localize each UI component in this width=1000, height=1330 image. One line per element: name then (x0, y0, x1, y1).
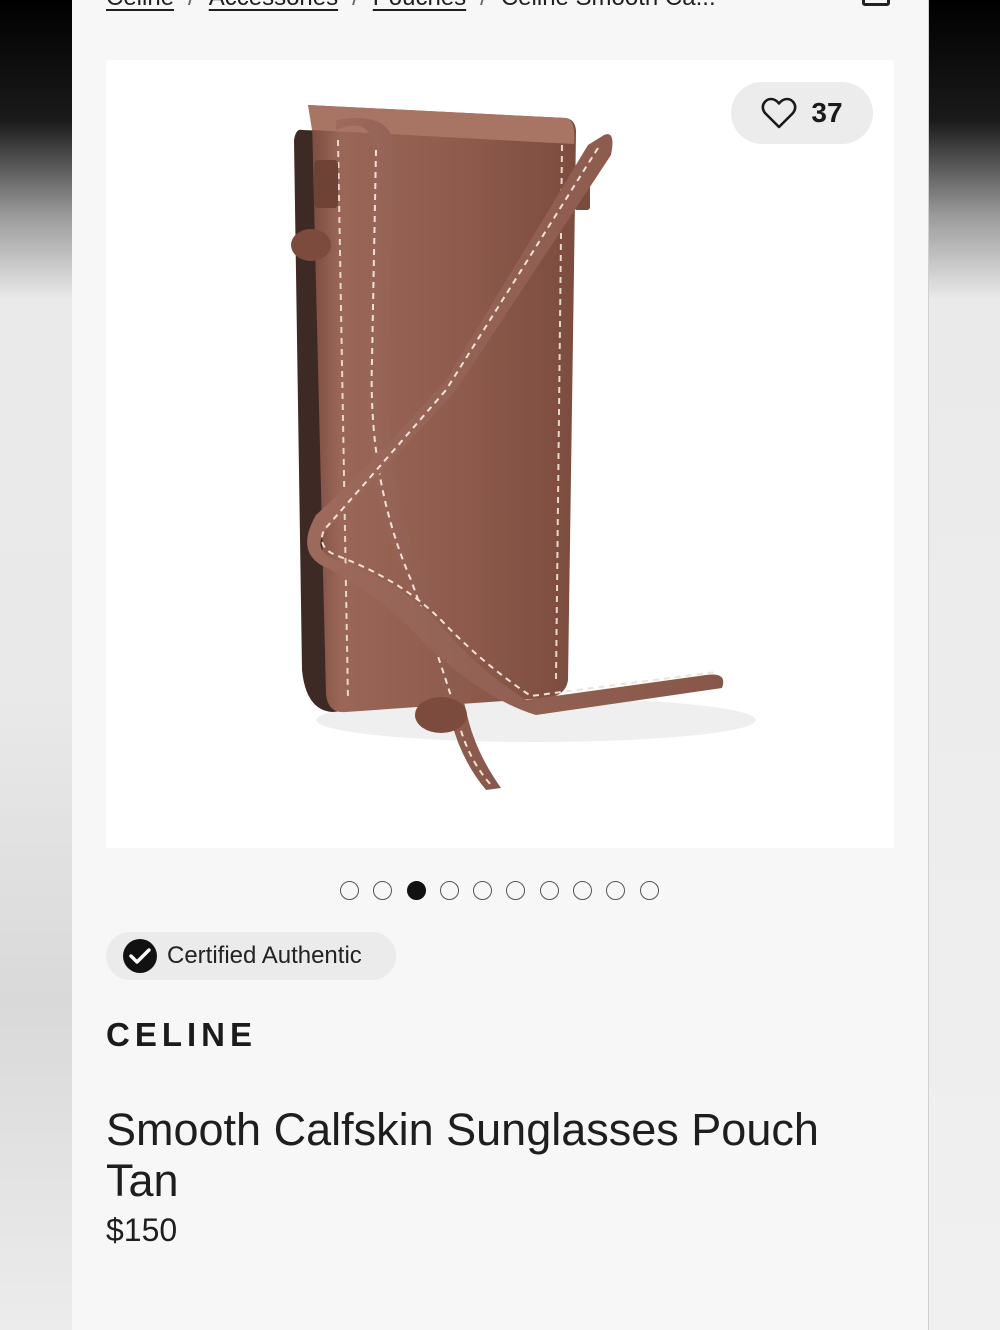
breadcrumb-current: Celine Smooth Ca... (501, 0, 716, 11)
pagination-dot[interactable] (473, 881, 493, 900)
pagination-dot[interactable] (340, 881, 359, 900)
pagination-dot[interactable] (573, 881, 593, 900)
breadcrumb-separator: / (352, 0, 359, 11)
checkmark-circle-icon (123, 939, 157, 973)
left-background-edge (0, 0, 72, 1330)
favorite-button[interactable]: 37 (731, 82, 873, 144)
pagination-dot[interactable] (606, 881, 626, 900)
sunglasses-pouch-image (291, 105, 756, 790)
image-pagination (340, 881, 673, 905)
product-image[interactable]: 37 (106, 60, 894, 848)
breadcrumb-link-brand[interactable]: Celine (106, 0, 174, 11)
breadcrumb: Celine / Accessories / Pouches / Celine Smooth… (106, 0, 896, 16)
shopping-bag-icon[interactable] (862, 0, 890, 6)
product-title: Smooth Calfskin Sunglasses Pouch Tan (106, 1104, 819, 1207)
brand-name[interactable]: CELINE (106, 1016, 257, 1054)
breadcrumb-link-pouches[interactable]: Pouches (373, 0, 466, 11)
pagination-dot[interactable] (539, 881, 559, 900)
pagination-dot[interactable] (506, 881, 526, 900)
pagination-dot[interactable] (373, 881, 393, 900)
favorite-count: 37 (811, 97, 843, 128)
breadcrumb-separator: / (188, 0, 195, 11)
product-card: Celine / Accessories / Pouches / Celine Smooth… (72, 0, 928, 1330)
right-background-edge (928, 0, 1000, 1330)
pagination-dot[interactable] (639, 881, 659, 900)
breadcrumb-separator: / (480, 0, 487, 11)
badge-label: Certified Authentic (167, 942, 362, 969)
breadcrumb-link-accessories[interactable]: Accessories (209, 0, 338, 11)
pagination-dot[interactable] (439, 881, 459, 900)
heart-icon (761, 97, 797, 129)
product-price: $150 (106, 1212, 178, 1248)
pagination-dot[interactable] (406, 881, 426, 900)
certified-authentic-badge[interactable]: Certified Authentic (106, 932, 396, 980)
